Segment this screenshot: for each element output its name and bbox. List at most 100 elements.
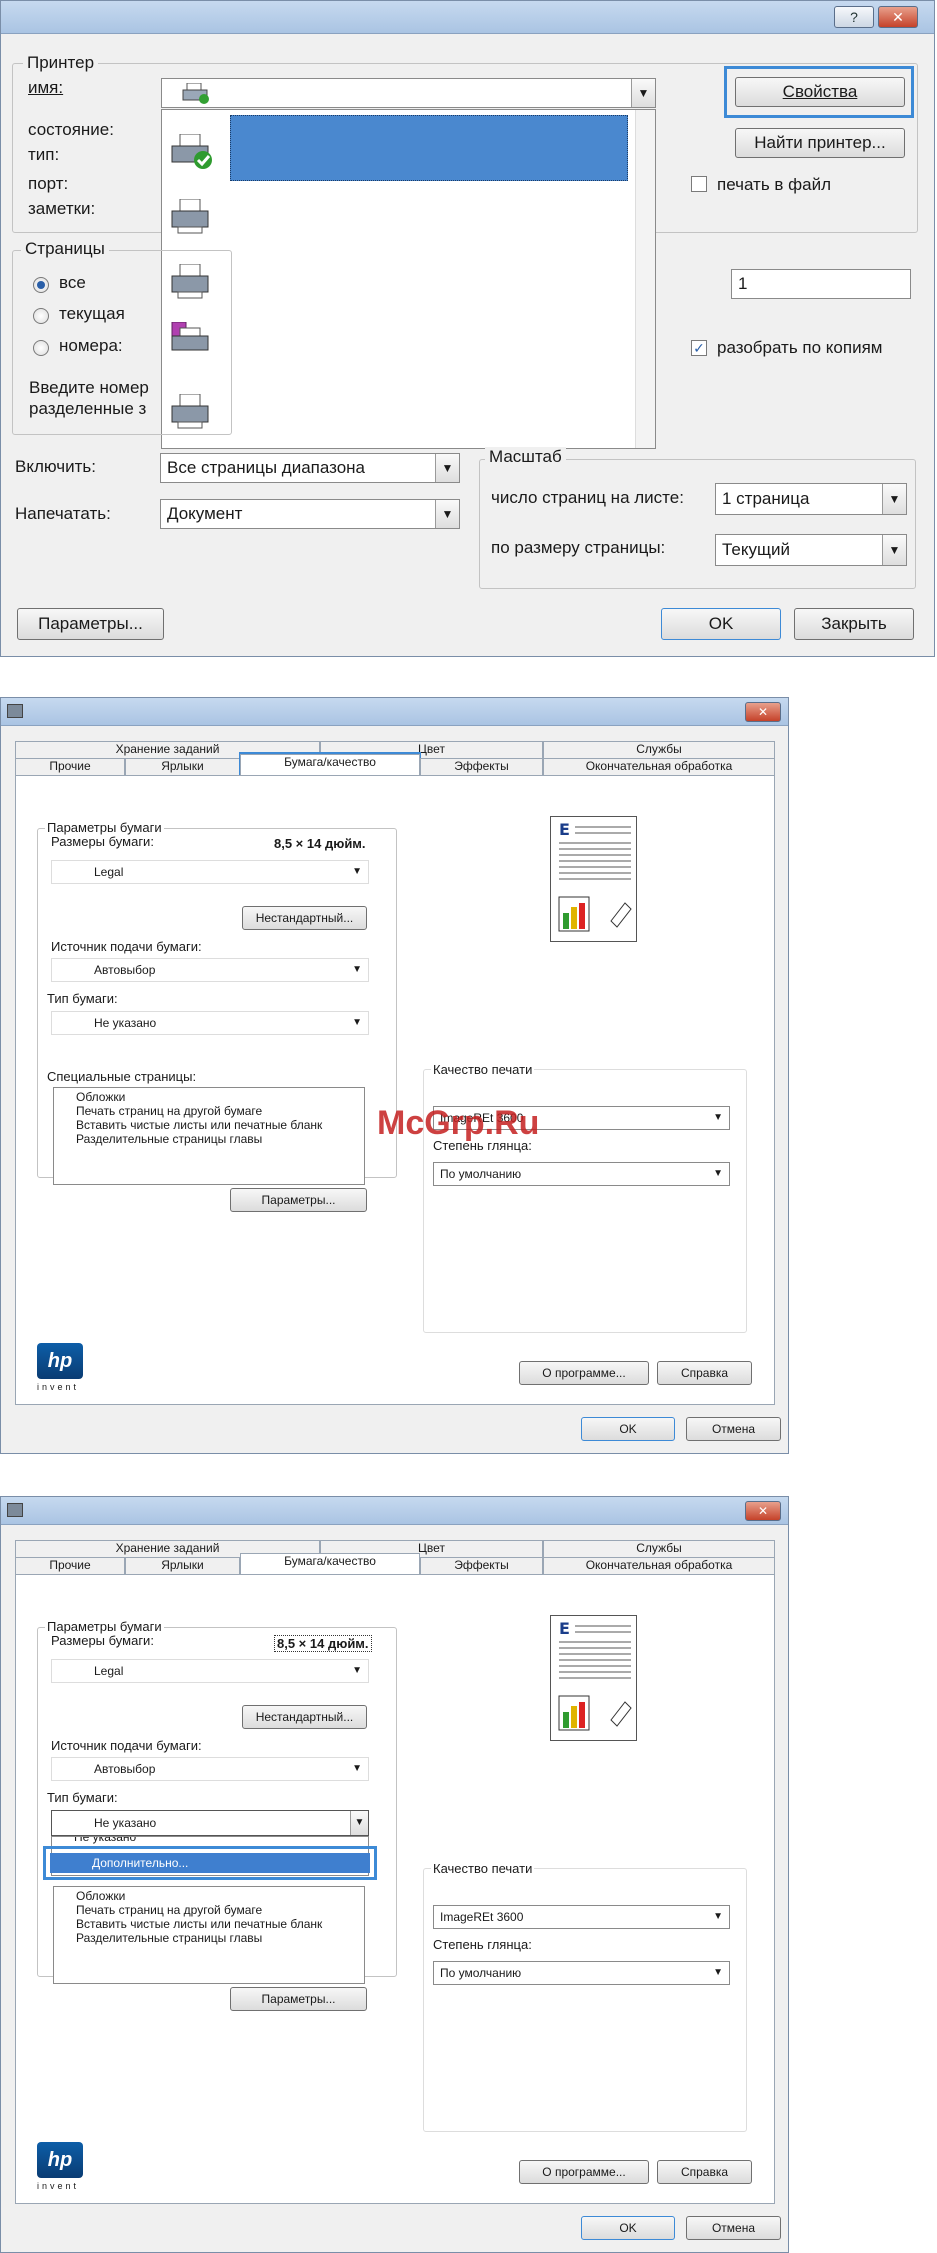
collate-checkbox[interactable]: ✓ [691, 340, 707, 356]
gloss-value: По умолчанию [440, 1966, 522, 1980]
dropdown-partial-item[interactable]: Не указано [74, 1837, 136, 1844]
radio-current[interactable] [33, 308, 49, 324]
printer-dropdown-list[interactable] [161, 109, 656, 449]
include-select[interactable]: Все страницы диапазона ▼ [160, 453, 460, 483]
tab-finishing[interactable]: Окончательная обработка [543, 758, 775, 775]
chevron-down-icon[interactable]: ▼ [352, 1758, 362, 1780]
paper-size-value: 8,5 × 14 дюйм. [274, 836, 366, 851]
tab-paper-quality[interactable]: Бумага/качество [240, 754, 420, 775]
printer-icon [170, 198, 214, 235]
chevron-down-icon[interactable]: ▼ [352, 861, 362, 883]
gloss-label: Степень глянца: [433, 1937, 532, 1952]
paper-type-select[interactable]: Не указано ▼ [51, 1011, 369, 1035]
status-label: состояние: [28, 120, 114, 139]
pages-per-sheet-select[interactable]: 1 страница ▼ [715, 483, 907, 515]
radio-pages[interactable] [33, 340, 49, 356]
watermark: McGrp.Ru [377, 1104, 540, 1142]
special-pages-list[interactable]: Обложки Печать страниц на другой бумаге … [53, 1886, 365, 1984]
print-quality-group-title: Качество печати [431, 1062, 535, 1077]
cancel-button[interactable]: Отмена [686, 2216, 781, 2240]
help-button[interactable]: ? [834, 6, 874, 28]
list-item[interactable]: Вставить чистые листы или печатные бланк [54, 1917, 364, 1931]
ok-button[interactable]: OK [661, 608, 781, 640]
list-item[interactable]: Обложки [54, 1889, 364, 1903]
chevron-down-icon[interactable]: ▼ [350, 1811, 368, 1835]
help-button[interactable]: Справка [657, 1361, 752, 1385]
tab-other[interactable]: Прочие [15, 1557, 125, 1574]
paper-type-select[interactable]: Не указано ▼ [51, 1810, 369, 1836]
tab-finishing[interactable]: Окончательная обработка [543, 1557, 775, 1574]
tab-other[interactable]: Прочие [15, 758, 125, 775]
list-item[interactable]: Печать страниц на другой бумаге [54, 1104, 364, 1118]
chevron-down-icon[interactable]: ▼ [713, 1107, 723, 1129]
chevron-down-icon[interactable]: ▼ [352, 1660, 362, 1682]
chevron-down-icon[interactable]: ▼ [352, 959, 362, 981]
tab-shortcuts[interactable]: Ярлыки [125, 758, 240, 775]
tab-effects[interactable]: Эффекты [420, 1557, 543, 1574]
paper-type-value: Не указано [94, 1016, 157, 1030]
options-button[interactable]: Параметры... [17, 608, 164, 640]
tab-services[interactable]: Службы [543, 741, 775, 758]
ok-button[interactable]: OK [581, 2216, 675, 2240]
radio-pages-label: номера: [59, 336, 123, 355]
fit-to-page-value: Текущий [722, 540, 790, 559]
custom-paper-button[interactable]: Нестандартный... [242, 906, 367, 930]
print-quality-select[interactable]: ImageREt 3600 ▼ [433, 1905, 730, 1929]
about-button[interactable]: О программе... [519, 2160, 649, 2184]
about-button[interactable]: О программе... [519, 1361, 649, 1385]
tab-paper-quality[interactable]: Бумага/качество [240, 1553, 420, 1574]
chevron-down-icon[interactable]: ▼ [882, 535, 906, 565]
custom-paper-button[interactable]: Нестандартный... [242, 1705, 367, 1729]
chevron-down-icon[interactable]: ▼ [882, 484, 906, 514]
svg-text:E: E [559, 820, 570, 839]
properties-button[interactable]: Свойства [735, 77, 905, 107]
fit-to-page-select[interactable]: Текущий ▼ [715, 534, 907, 566]
chevron-down-icon[interactable]: ▼ [435, 500, 459, 528]
copies-input[interactable]: 1 [731, 269, 911, 299]
chevron-down-icon[interactable]: ▼ [713, 1163, 723, 1185]
paper-source-select[interactable]: Автовыбор ▼ [51, 958, 369, 982]
paper-size-select[interactable]: Legal ▼ [51, 860, 369, 884]
list-item[interactable]: Обложки [54, 1090, 364, 1104]
close-button[interactable]: ✕ [745, 1501, 781, 1521]
tab-effects[interactable]: Эффекты [420, 758, 543, 775]
print-to-file-checkbox[interactable] [691, 176, 707, 192]
paper-size-select[interactable]: Legal ▼ [51, 1659, 369, 1683]
printer-small-icon [7, 1503, 23, 1517]
list-scrollbar[interactable] [635, 110, 655, 448]
chevron-down-icon[interactable]: ▼ [713, 1962, 723, 1984]
gloss-select[interactable]: По умолчанию ▼ [433, 1162, 730, 1186]
special-pages-settings-button[interactable]: Параметры... [230, 1987, 367, 2011]
special-pages-list[interactable]: Обложки Печать страниц на другой бумаге … [53, 1087, 365, 1185]
special-pages-settings-button[interactable]: Параметры... [230, 1188, 367, 1212]
ok-button[interactable]: OK [581, 1417, 675, 1441]
help-button[interactable]: Справка [657, 2160, 752, 2184]
print-what-select[interactable]: Документ ▼ [160, 499, 460, 529]
printer-dropdown-highlight[interactable] [230, 115, 628, 181]
list-item[interactable]: Разделительные страницы главы [54, 1931, 364, 1945]
special-pages-label: Специальные страницы: [47, 1069, 197, 1084]
printer-icon [182, 82, 212, 105]
radio-all[interactable] [33, 277, 49, 293]
print-to-file-label: печать в файл [717, 175, 832, 194]
fit-to-page-label: по размеру страницы: [491, 538, 666, 557]
tab-services[interactable]: Службы [543, 1540, 775, 1557]
list-item[interactable]: Разделительные страницы главы [54, 1132, 364, 1146]
gloss-select[interactable]: По умолчанию ▼ [433, 1961, 730, 1985]
document-preview-icon: E [550, 816, 637, 942]
list-item[interactable]: Вставить чистые листы или печатные бланк [54, 1118, 364, 1132]
printer-name-select[interactable]: ▼ [161, 78, 656, 108]
paper-source-select[interactable]: Автовыбор ▼ [51, 1757, 369, 1781]
close-dialog-button[interactable]: Закрыть [794, 608, 914, 640]
tab-shortcuts[interactable]: Ярлыки [125, 1557, 240, 1574]
cancel-button[interactable]: Отмена [686, 1417, 781, 1441]
chevron-down-icon[interactable]: ▼ [435, 454, 459, 482]
dropdown-more-item[interactable]: Дополнительно... [50, 1853, 370, 1873]
find-printer-button[interactable]: Найти принтер... [735, 128, 905, 158]
chevron-down-icon[interactable]: ▼ [352, 1012, 362, 1034]
chevron-down-icon[interactable]: ▼ [631, 79, 655, 107]
list-item[interactable]: Печать страниц на другой бумаге [54, 1903, 364, 1917]
close-button[interactable]: ✕ [745, 702, 781, 722]
chevron-down-icon[interactable]: ▼ [713, 1906, 723, 1928]
close-button[interactable]: ✕ [878, 6, 918, 28]
